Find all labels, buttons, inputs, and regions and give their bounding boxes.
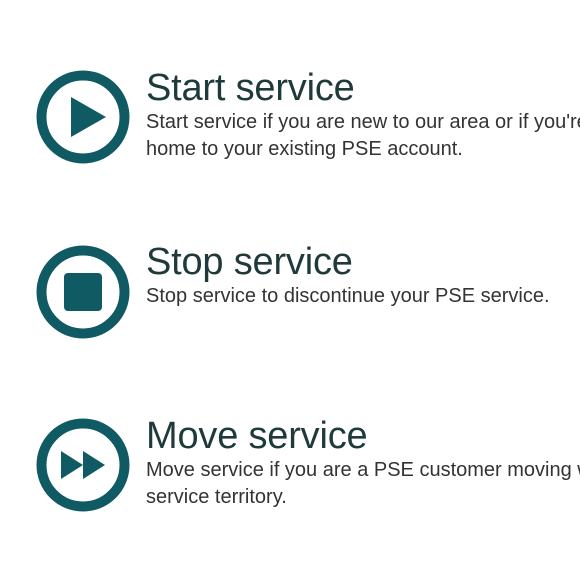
- service-description: Start service if you are new to our area…: [146, 111, 580, 160]
- service-text: Start service Start service if you are n…: [146, 68, 580, 163]
- service-item-move[interactable]: Move service Move service if you are a P…: [0, 416, 580, 546]
- service-description: Move service if you are a PSE customer m…: [146, 459, 580, 508]
- service-title[interactable]: Stop service: [146, 242, 580, 282]
- fast-forward-icon[interactable]: [36, 418, 130, 512]
- play-icon[interactable]: [36, 70, 130, 164]
- service-text: Move service Move service if you are a P…: [146, 416, 580, 511]
- service-text: Stop service Stop service to discontinue…: [146, 242, 580, 310]
- service-description: Stop service to discontinue your PSE ser…: [146, 285, 550, 307]
- service-item-stop[interactable]: Stop service Stop service to discontinue…: [0, 242, 580, 372]
- service-title[interactable]: Start service: [146, 68, 580, 108]
- service-title[interactable]: Move service: [146, 416, 580, 456]
- stop-icon[interactable]: [36, 245, 130, 339]
- service-item-start[interactable]: Start service Start service if you are n…: [0, 68, 580, 198]
